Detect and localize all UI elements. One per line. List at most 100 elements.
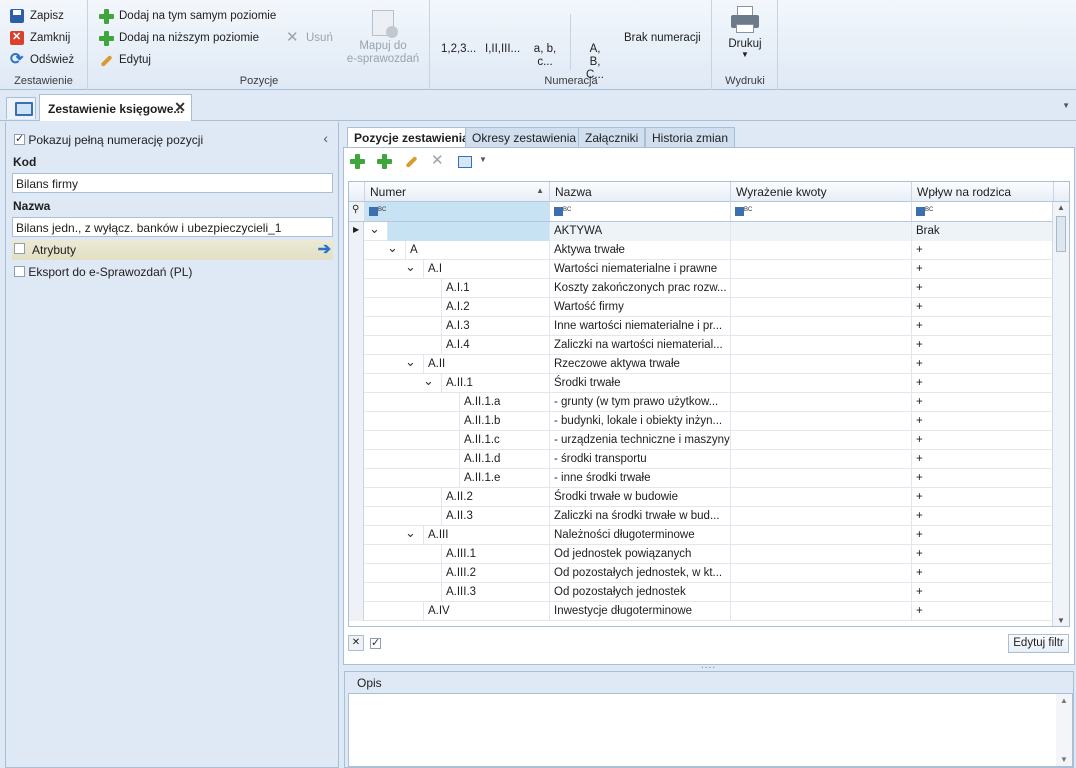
expand-icon[interactable]: ⌄: [405, 355, 416, 370]
cell-numer[interactable]: A.I.1: [365, 279, 550, 298]
cell-numer[interactable]: A.III.3: [365, 583, 550, 602]
cell-wyrazenie[interactable]: [731, 393, 912, 412]
tab-list-dropdown-icon[interactable]: ▼: [1062, 101, 1070, 110]
tab-pozycje-zestawienia[interactable]: Pozycje zestawienia: [347, 127, 476, 149]
tab-zalaczniki[interactable]: Załączniki: [578, 127, 646, 148]
add-same-level-button[interactable]: Dodaj na tym samym poziomie: [99, 7, 276, 25]
add-lower-level-button[interactable]: Dodaj na niższym poziomie: [99, 29, 259, 47]
cell-wplyw[interactable]: +: [912, 317, 1054, 336]
nazwa-input[interactable]: Bilans jedn., z wyłącz. banków i ubezpie…: [12, 217, 333, 237]
collapse-panel-icon[interactable]: ‹: [323, 130, 328, 146]
cell-numer[interactable]: A.IV: [365, 602, 550, 621]
expand-icon[interactable]: ⌄: [405, 526, 416, 541]
numbering-arabic-button[interactable]: 1,2,3...: [441, 43, 476, 56]
opis-textarea[interactable]: ▲ ▼: [348, 693, 1073, 767]
cell-wyrazenie[interactable]: [731, 317, 912, 336]
table-row[interactable]: A.III.1 Od jednostek powiązanych +: [349, 545, 1069, 564]
column-header-wyrazenie[interactable]: Wyrażenie kwoty: [731, 182, 912, 202]
cell-wplyw[interactable]: +: [912, 564, 1054, 583]
cell-numer[interactable]: A.II.1.a: [365, 393, 550, 412]
table-row[interactable]: A.I.3 Inne wartości niematerialne i pr...…: [349, 317, 1069, 336]
table-row[interactable]: ⌄ A Aktywa trwałe +: [349, 241, 1069, 260]
kod-input[interactable]: Bilans firmy: [12, 173, 333, 193]
cell-nazwa[interactable]: - środki transportu: [550, 450, 731, 469]
cell-wyrazenie[interactable]: [731, 507, 912, 526]
table-row[interactable]: A.II.2 Środki trwałe w budowie +: [349, 488, 1069, 507]
no-numbering-button[interactable]: Brak numeracji: [624, 32, 701, 45]
cell-wplyw[interactable]: Brak: [912, 222, 1054, 241]
expand-icon[interactable]: ⌄: [405, 260, 416, 275]
scroll-down-icon[interactable]: ▼: [1057, 616, 1065, 625]
scroll-down-icon[interactable]: ▼: [1060, 755, 1068, 764]
column-header-wplyw[interactable]: Wpływ na rodzica: [912, 182, 1054, 202]
vertical-scrollbar[interactable]: ▲ ▼: [1052, 202, 1069, 626]
cell-nazwa[interactable]: - urządzenia techniczne i maszyny: [550, 431, 731, 450]
cell-wplyw[interactable]: +: [912, 279, 1054, 298]
cell-nazwa[interactable]: Od jednostek powiązanych: [550, 545, 731, 564]
cell-wyrazenie[interactable]: [731, 260, 912, 279]
print-button[interactable]: Drukuj ▼: [724, 6, 766, 59]
cell-wyrazenie[interactable]: [731, 222, 912, 241]
cell-numer[interactable]: A.I.3: [365, 317, 550, 336]
cell-nazwa[interactable]: Zaliczki na środki trwałe w bud...: [550, 507, 731, 526]
numbering-roman-button[interactable]: I,II,III...: [485, 43, 520, 56]
expand-icon[interactable]: ⌄: [387, 241, 398, 256]
cell-wplyw[interactable]: +: [912, 336, 1054, 355]
full-numbering-checkbox[interactable]: Pokazuj pełną numerację pozycji: [14, 132, 203, 147]
cell-numer[interactable]: A.II.2: [365, 488, 550, 507]
cell-numer[interactable]: ⌄ A: [365, 241, 550, 260]
edit-filter-button[interactable]: Edytuj filtr: [1008, 634, 1069, 653]
cell-nazwa[interactable]: - budynki, lokale i obiekty inżyn...: [550, 412, 731, 431]
cell-wplyw[interactable]: +: [912, 431, 1054, 450]
table-row[interactable]: A.III.2 Od pozostałych jednostek, w kt...…: [349, 564, 1069, 583]
cell-numer[interactable]: A.I.4: [365, 336, 550, 355]
cell-wyrazenie[interactable]: [731, 450, 912, 469]
expand-icon[interactable]: ⌄: [369, 222, 380, 237]
cell-wplyw[interactable]: +: [912, 602, 1054, 621]
cell-nazwa[interactable]: AKTYWA: [550, 222, 731, 241]
cell-wyrazenie[interactable]: [731, 488, 912, 507]
filter-enabled-checkbox[interactable]: [370, 636, 381, 649]
cell-wyrazenie[interactable]: [731, 374, 912, 393]
cell-numer[interactable]: A.III.2: [365, 564, 550, 583]
filter-wplyw[interactable]: [912, 202, 1054, 221]
map-toolbar-button[interactable]: ▼: [458, 155, 488, 171]
close-button[interactable]: Zamknij: [10, 29, 70, 47]
cell-numer[interactable]: A.II.1.d: [365, 450, 550, 469]
cell-wplyw[interactable]: +: [912, 507, 1054, 526]
cell-nazwa[interactable]: Rzeczowe aktywa trwałe: [550, 355, 731, 374]
cell-numer[interactable]: ⌄ A.I: [365, 260, 550, 279]
cell-numer[interactable]: A.II.3: [365, 507, 550, 526]
cell-wplyw[interactable]: +: [912, 450, 1054, 469]
cell-wyrazenie[interactable]: [731, 279, 912, 298]
cell-wplyw[interactable]: +: [912, 355, 1054, 374]
table-row[interactable]: A.II.3 Zaliczki na środki trwałe w bud...…: [349, 507, 1069, 526]
cell-nazwa[interactable]: Inne wartości niematerialne i pr...: [550, 317, 731, 336]
cell-numer[interactable]: A.II.1.c: [365, 431, 550, 450]
cell-wyrazenie[interactable]: [731, 526, 912, 545]
cell-wplyw[interactable]: +: [912, 412, 1054, 431]
table-row[interactable]: A.II.1.b - budynki, lokale i obiekty inży…: [349, 412, 1069, 431]
cell-wplyw[interactable]: +: [912, 583, 1054, 602]
cell-nazwa[interactable]: - inne środki trwałe: [550, 469, 731, 488]
cell-nazwa[interactable]: Koszty zakończonych prac rozw...: [550, 279, 731, 298]
add-same-level-toolbar-button[interactable]: [350, 154, 366, 170]
table-row[interactable]: A.I.4 Zaliczki na wartości niematerial...…: [349, 336, 1069, 355]
cell-nazwa[interactable]: Należności długoterminowe: [550, 526, 731, 545]
cell-wyrazenie[interactable]: [731, 336, 912, 355]
close-tab-icon[interactable]: ✕: [174, 99, 186, 116]
cell-numer[interactable]: A.II.1.e: [365, 469, 550, 488]
tab-okresy-zestawienia[interactable]: Okresy zestawienia: [465, 127, 584, 148]
tab-historia-zmian[interactable]: Historia zmian: [645, 127, 736, 148]
cell-wyrazenie[interactable]: [731, 545, 912, 564]
filter-wyrazenie[interactable]: [731, 202, 912, 221]
cell-wyrazenie[interactable]: [731, 564, 912, 583]
table-row[interactable]: A.II.1.a - grunty (w tym prawo użytkow...…: [349, 393, 1069, 412]
cell-wplyw[interactable]: +: [912, 545, 1054, 564]
table-row[interactable]: ⌄ A.II Rzeczowe aktywa trwałe +: [349, 355, 1069, 374]
cell-numer[interactable]: ⌄ A.II: [365, 355, 550, 374]
cell-numer[interactable]: A.II.1.b: [365, 412, 550, 431]
cell-wplyw[interactable]: +: [912, 526, 1054, 545]
cell-numer[interactable]: A.I.2: [365, 298, 550, 317]
table-row[interactable]: A.II.1.d - środki transportu +: [349, 450, 1069, 469]
